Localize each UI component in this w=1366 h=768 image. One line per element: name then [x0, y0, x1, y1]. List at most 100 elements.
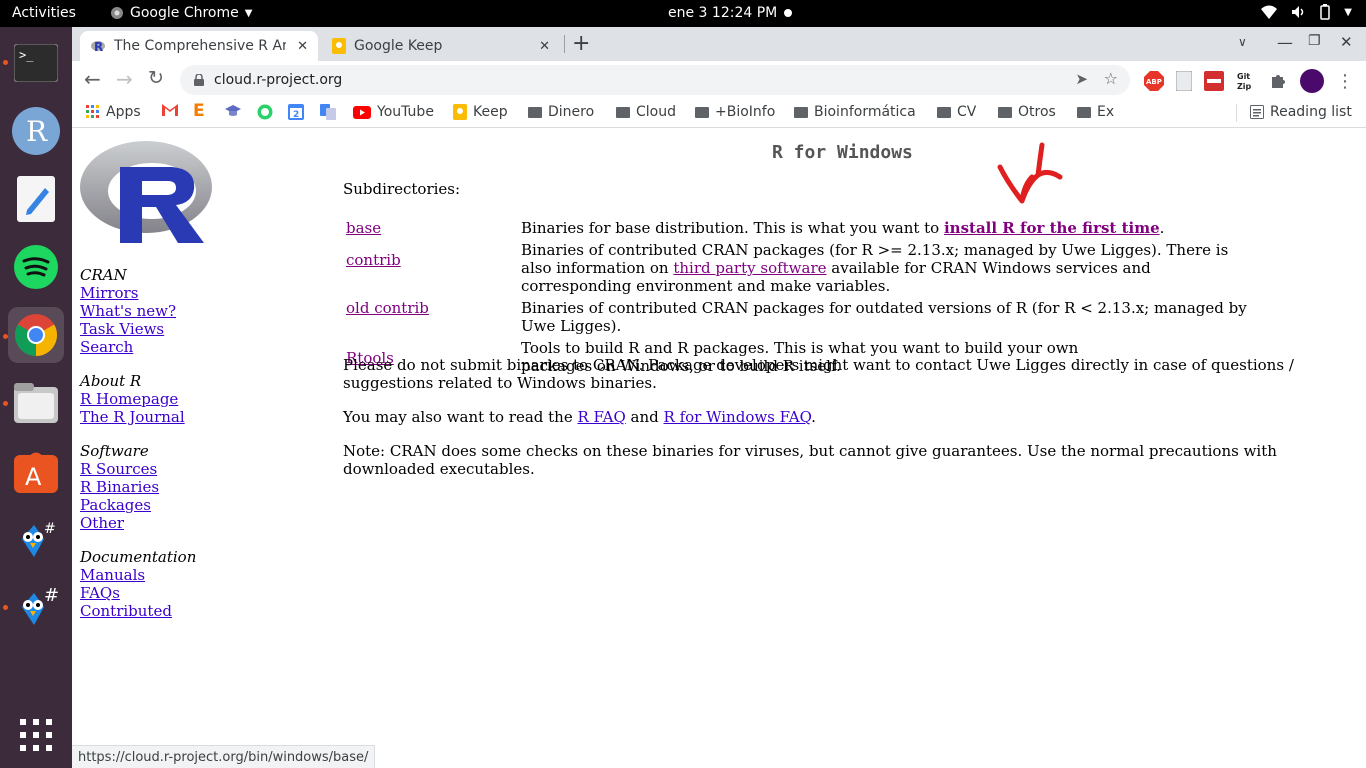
reading-list-button[interactable]: Reading list — [1250, 104, 1352, 120]
link-r-homepage[interactable]: R Homepage — [80, 390, 178, 408]
address-bar[interactable]: cloud.r-project.org ➤ ☆ — [180, 65, 1130, 95]
close-icon[interactable]: ✕ — [539, 39, 550, 54]
bookmark-label: Cloud — [636, 104, 676, 120]
app-menu[interactable]: Google Chrome ▼ — [110, 5, 252, 21]
folder-icon — [998, 106, 1012, 118]
bookmark-folder-cloud[interactable]: Cloud — [616, 104, 676, 120]
puzzle-extensions-icon[interactable] — [1270, 72, 1288, 90]
document-extension-icon[interactable] — [1176, 71, 1192, 91]
bookmark-label: +BioInfo — [715, 104, 776, 120]
dock-terminal[interactable]: >_ — [8, 35, 64, 91]
row-description-end: . — [1159, 219, 1165, 237]
dock-spotify[interactable] — [8, 239, 64, 295]
gitzip-icon[interactable]: GitZip — [1236, 71, 1258, 91]
grid-icon — [20, 719, 52, 751]
dock-bird-app[interactable]: # — [8, 579, 64, 635]
maximize-button[interactable]: ❐ — [1308, 33, 1321, 49]
link-contributed[interactable]: Contributed — [80, 602, 172, 620]
reload-button[interactable]: ↻ — [148, 67, 164, 89]
profile-avatar[interactable] — [1300, 69, 1324, 93]
bookmark-folder-bioinformatica[interactable]: Bioinformática — [794, 104, 916, 120]
link-r-sources[interactable]: R Sources — [80, 460, 157, 478]
minimize-button[interactable]: — — [1277, 33, 1293, 52]
svg-text:A: A — [25, 463, 42, 491]
window-close-button[interactable]: ✕ — [1340, 33, 1353, 51]
wifi-icon — [1261, 5, 1278, 19]
system-tray[interactable]: ▼ — [1260, 4, 1352, 20]
bookmark-keep[interactable]: Keep — [453, 104, 508, 120]
bookmark-folder-otros[interactable]: Otros — [998, 104, 1056, 120]
translate-icon[interactable] — [320, 104, 336, 120]
r-logo[interactable] — [80, 139, 214, 245]
svg-text:2: 2 — [293, 110, 299, 120]
bookmark-folder-cv[interactable]: CV — [937, 104, 976, 120]
folder-icon — [1077, 106, 1091, 118]
dock-r[interactable]: R — [8, 103, 64, 159]
tab-search-button[interactable]: ∨ — [1238, 35, 1247, 49]
dock-ubuntu-software[interactable]: A — [8, 443, 64, 499]
bookmark-star-icon[interactable]: ☆ — [1104, 69, 1118, 88]
link-packages[interactable]: Packages — [80, 496, 151, 514]
gmail-icon[interactable] — [162, 104, 178, 116]
bird-app-icon: # — [22, 585, 58, 625]
adblock-plus-icon[interactable]: ABP — [1144, 71, 1164, 91]
bookmark-label: YouTube — [377, 104, 434, 120]
web-page: CRAN Mirrors What's new? Task Views Sear… — [72, 129, 1366, 768]
tab-r-project[interactable]: R The Comprehensive R Archi ✕ — [80, 31, 318, 61]
link-manuals[interactable]: Manuals — [80, 566, 145, 584]
sidebar-heading-cran: CRAN — [80, 266, 127, 284]
link-mirrors[interactable]: Mirrors — [80, 284, 138, 302]
link-task-views[interactable]: Task Views — [80, 320, 164, 338]
link-r-faq[interactable]: R FAQ — [577, 408, 625, 426]
close-icon[interactable]: ✕ — [297, 39, 308, 54]
link-old-contrib[interactable]: old contrib — [346, 299, 429, 317]
forward-button[interactable]: → — [116, 67, 133, 91]
chevron-down-icon: ▼ — [244, 7, 253, 19]
link-faqs[interactable]: FAQs — [80, 584, 120, 602]
bookmark-folder-ex[interactable]: Ex — [1077, 104, 1114, 120]
folder-icon — [616, 106, 630, 118]
bookmark-folder-dinero[interactable]: Dinero — [528, 104, 594, 120]
chrome-small-icon — [111, 7, 123, 19]
dock-files[interactable] — [8, 375, 64, 431]
svg-text:R: R — [94, 40, 103, 54]
link-r-binaries[interactable]: R Binaries — [80, 478, 159, 496]
extensions-area: ABP Git Zip ⋮ — [1144, 69, 1354, 93]
whatsapp-icon[interactable] — [257, 104, 273, 120]
dock-bird-app[interactable]: # — [8, 511, 64, 567]
terminal-icon: >_ — [14, 44, 58, 82]
bookmark-label: Dinero — [548, 104, 595, 120]
show-applications-button[interactable] — [8, 707, 64, 763]
new-tab-button[interactable]: + — [572, 31, 590, 56]
link-base[interactable]: base — [346, 219, 381, 237]
activities-button[interactable]: Activities — [12, 5, 76, 21]
apps-grid-icon — [86, 105, 99, 118]
keep-icon — [453, 104, 467, 120]
link-contrib[interactable]: contrib — [346, 251, 401, 269]
kebab-menu-icon[interactable]: ⋮ — [1336, 71, 1354, 92]
calendar-icon[interactable]: 2 — [288, 104, 304, 120]
link-r-journal[interactable]: The R Journal — [80, 408, 185, 426]
battery-icon — [1320, 4, 1331, 20]
table-row: old contrib Binaries of contributed CRAN… — [343, 297, 1263, 337]
faq-text: . — [811, 408, 816, 426]
link-search[interactable]: Search — [80, 338, 133, 356]
link-r-windows-faq[interactable]: R for Windows FAQ — [664, 408, 812, 426]
graduation-cap-icon[interactable] — [225, 104, 241, 118]
etsy-icon[interactable]: E — [193, 101, 205, 121]
back-button[interactable]: ← — [84, 67, 101, 91]
dock-text-editor[interactable] — [8, 171, 64, 227]
link-third-party-software[interactable]: third party software — [673, 259, 826, 277]
clock[interactable]: ene 3 12:24 PM — [668, 5, 777, 21]
link-install-r-first-time[interactable]: install R for the first time — [944, 219, 1160, 237]
bookmark-youtube[interactable]: YouTube — [353, 104, 434, 120]
link-other[interactable]: Other — [80, 514, 124, 532]
bookmark-apps[interactable]: Apps — [86, 104, 141, 120]
red-extension-icon[interactable] — [1204, 71, 1224, 91]
dock-google-chrome[interactable] — [8, 307, 64, 363]
faq-text: You may also want to read the — [343, 408, 578, 426]
send-icon[interactable]: ➤ — [1075, 70, 1088, 88]
bookmark-folder-bioinfo[interactable]: +BioInfo — [695, 104, 775, 120]
link-whats-new[interactable]: What's new? — [80, 302, 176, 320]
tab-google-keep[interactable]: Google Keep ✕ — [322, 31, 560, 61]
